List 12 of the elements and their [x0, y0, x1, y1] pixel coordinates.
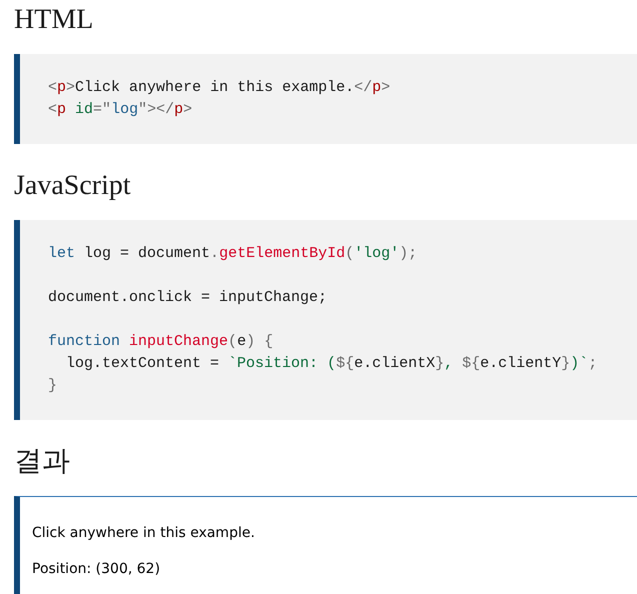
result-text: Click anywhere in this example.: [32, 524, 255, 543]
code-line: log.textContent = `Position: (${e.clientX}, ${e.clientY})`;: [65, 354, 598, 374]
section-heading: HTML: [14, 3, 94, 37]
section-heading: 결과: [14, 445, 70, 479]
code-line: let log = document.getElementById('log');: [48, 244, 418, 264]
code-line: <p id="log"></p>: [48, 100, 192, 120]
code-line: <p>Click anywhere in this example.</p>: [48, 78, 390, 98]
result-text: Position: (300, 62): [32, 560, 160, 579]
code-line: function inputChange(e) {: [48, 332, 274, 352]
code-line: }: [48, 376, 58, 396]
code-line: document.onclick = inputChange;: [48, 288, 328, 308]
section-heading: JavaScript: [14, 169, 131, 203]
